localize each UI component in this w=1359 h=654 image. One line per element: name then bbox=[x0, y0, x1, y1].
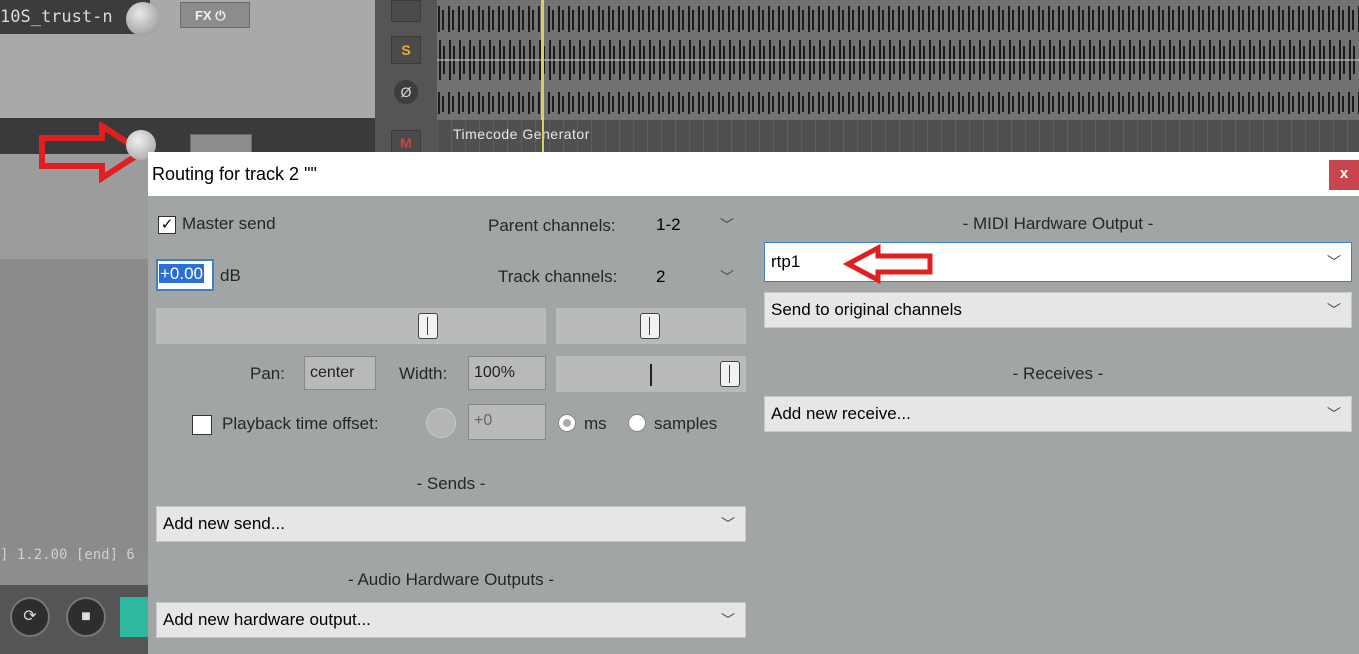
parent-channels-select[interactable]: 1-2 ﹀ bbox=[656, 208, 746, 242]
edit-cursor-lower bbox=[542, 120, 544, 154]
midi-device-value: rtp1 bbox=[771, 252, 801, 271]
add-receive-text: Add new receive... bbox=[771, 404, 911, 423]
audio-item-waveform[interactable] bbox=[437, 0, 1359, 120]
position-readout: ] 1.2.00 [end] 6 bbox=[0, 547, 135, 563]
playback-offset-label: Playback time offset: bbox=[222, 414, 379, 433]
routing-dialog: Routing for track 2 "" x ✓ Master send P… bbox=[148, 152, 1359, 654]
width-field[interactable]: 100% bbox=[468, 356, 546, 390]
transport-bar: ⟳ ■ bbox=[0, 585, 150, 654]
fx-label: FX bbox=[195, 8, 212, 23]
chevron-down-icon: ﹀ bbox=[1327, 406, 1341, 422]
power-icon: ⏻ bbox=[215, 8, 226, 23]
sends-header: - Sends - bbox=[416, 474, 486, 493]
master-send-label: Master send bbox=[182, 214, 276, 233]
record-arm-button[interactable] bbox=[391, 0, 421, 22]
stop-icon[interactable]: ■ bbox=[66, 597, 106, 637]
midi-hw-output-header: - MIDI Hardware Output - bbox=[962, 214, 1154, 233]
close-button[interactable]: x bbox=[1329, 160, 1359, 190]
add-receive-dropdown[interactable]: Add new receive... ﹀ bbox=[764, 396, 1352, 432]
chevron-down-icon: ﹀ bbox=[1327, 254, 1341, 270]
track-1-volume-knob[interactable] bbox=[126, 2, 160, 36]
add-send-text: Add new send... bbox=[163, 514, 285, 533]
audio-hw-outputs-header: - Audio Hardware Outputs - bbox=[348, 570, 554, 589]
track-1-fx-button[interactable]: FX ⏻ bbox=[180, 2, 250, 28]
track-channels-label: Track channels: bbox=[498, 267, 618, 286]
timecode-generator-item[interactable]: Timecode Generator bbox=[437, 120, 1359, 154]
add-hardware-output-text: Add new hardware output... bbox=[163, 610, 371, 629]
pan-label: Pan: bbox=[250, 364, 285, 383]
offset-knob[interactable] bbox=[426, 408, 456, 438]
volume-slider-thumb[interactable] bbox=[418, 313, 438, 339]
empty-track-area bbox=[0, 259, 150, 554]
unit-samples-label: samples bbox=[654, 414, 718, 433]
pan-slider-thumb[interactable] bbox=[640, 313, 660, 339]
unit-ms-label: ms bbox=[584, 414, 607, 433]
volume-unit: dB bbox=[220, 266, 241, 285]
track-channels-select[interactable]: 2 ﹀ bbox=[656, 260, 746, 294]
solo-button[interactable]: S bbox=[391, 36, 421, 64]
edit-cursor bbox=[541, 0, 544, 120]
chevron-down-icon: ﹀ bbox=[720, 217, 734, 233]
volume-value: +0.00 bbox=[159, 264, 205, 283]
parent-channels-value: 1-2 bbox=[656, 215, 681, 234]
track-channels-value: 2 bbox=[656, 267, 666, 286]
offset-field[interactable]: +0 bbox=[468, 404, 546, 440]
midi-channel-mode-dropdown[interactable]: Send to original channels ﹀ bbox=[764, 292, 1352, 328]
width-label: Width: bbox=[399, 364, 448, 383]
item-name: Timecode Generator bbox=[453, 126, 590, 142]
width-slider-center-line bbox=[650, 364, 652, 386]
add-send-dropdown[interactable]: Add new send... ﹀ bbox=[156, 506, 746, 542]
add-hardware-output-dropdown[interactable]: Add new hardware output... ﹀ bbox=[156, 602, 746, 638]
receives-header: - Receives - bbox=[1012, 364, 1104, 383]
width-slider[interactable] bbox=[556, 356, 746, 392]
dialog-titlebar: Routing for track 2 "" x bbox=[148, 152, 1359, 196]
track-1-name-text: 10S_trust-n bbox=[0, 7, 113, 27]
playback-offset-checkbox[interactable] bbox=[192, 415, 212, 435]
phase-invert-icon[interactable]: Ø bbox=[394, 80, 418, 104]
pan-slider[interactable] bbox=[556, 308, 746, 344]
chevron-down-icon: ﹀ bbox=[1327, 302, 1341, 318]
annotation-arrow-icon bbox=[842, 244, 933, 284]
waveform-graphic bbox=[437, 0, 1359, 120]
dialog-title: Routing for track 2 "" bbox=[152, 164, 317, 184]
unit-ms-radio[interactable] bbox=[558, 414, 576, 432]
chevron-down-icon: ﹀ bbox=[721, 612, 735, 628]
master-send-checkbox[interactable]: ✓ bbox=[158, 216, 176, 234]
chevron-down-icon: ﹀ bbox=[721, 516, 735, 532]
parent-channels-label: Parent channels: bbox=[488, 216, 616, 235]
width-slider-thumb[interactable] bbox=[720, 361, 740, 387]
play-button[interactable] bbox=[120, 597, 150, 637]
chevron-down-icon: ﹀ bbox=[720, 269, 734, 285]
track-button-column: S Ø M bbox=[375, 0, 437, 156]
midi-channel-mode-value: Send to original channels bbox=[771, 300, 962, 319]
pan-field[interactable]: center bbox=[304, 356, 376, 390]
volume-slider[interactable] bbox=[156, 308, 546, 344]
unit-samples-radio[interactable] bbox=[628, 414, 646, 432]
loop-icon[interactable]: ⟳ bbox=[10, 597, 50, 637]
volume-input[interactable]: +0.00 bbox=[156, 259, 214, 291]
